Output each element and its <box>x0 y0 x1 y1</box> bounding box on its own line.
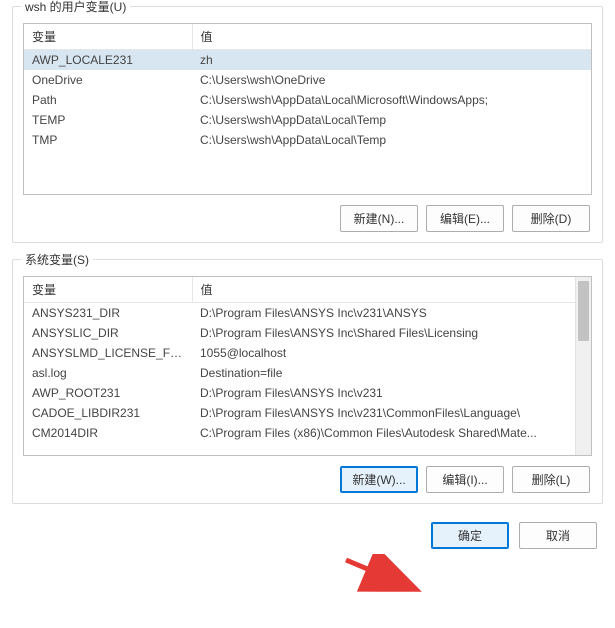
table-row[interactable]: AWP_LOCALE231zh <box>24 50 591 71</box>
user-variables-table-wrap: 变量 值 AWP_LOCALE231zhOneDriveC:\Users\wsh… <box>23 23 592 195</box>
user-edit-button[interactable]: 编辑(E)... <box>426 205 504 232</box>
column-header-value[interactable]: 值 <box>192 277 591 303</box>
cell-variable-name: Path <box>24 90 192 110</box>
cell-variable-name: CADOE_LIBDIR231 <box>24 403 192 423</box>
table-row[interactable]: ANSYS231_DIRD:\Program Files\ANSYS Inc\v… <box>24 303 591 324</box>
cell-variable-value: C:\Users\wsh\OneDrive <box>192 70 591 90</box>
table-row[interactable]: asl.logDestination=file <box>24 363 591 383</box>
cell-variable-value: Destination=file <box>192 363 591 383</box>
system-edit-button[interactable]: 编辑(I)... <box>426 466 504 493</box>
table-row[interactable]: TEMPC:\Users\wsh\AppData\Local\Temp <box>24 110 591 130</box>
table-row[interactable]: CM2014DIRC:\Program Files (x86)\Common F… <box>24 423 591 443</box>
cell-variable-name: AWP_ROOT231 <box>24 383 192 403</box>
dialog-buttons: 确定 取消 <box>0 522 597 549</box>
cell-variable-name: AWP_LOCALE231 <box>24 50 192 71</box>
cell-variable-name: TEMP <box>24 110 192 130</box>
system-variables-table-wrap: 变量 值 ANSYS231_DIRD:\Program Files\ANSYS … <box>23 276 592 456</box>
cell-variable-name: TMP <box>24 130 192 150</box>
cell-variable-value: D:\Program Files\ANSYS Inc\v231\CommonFi… <box>192 403 591 423</box>
table-row[interactable]: PathC:\Users\wsh\AppData\Local\Microsoft… <box>24 90 591 110</box>
cell-variable-value: C:\Users\wsh\AppData\Local\Microsoft\Win… <box>192 90 591 110</box>
cell-variable-value: C:\Program Files (x86)\Common Files\Auto… <box>192 423 591 443</box>
system-delete-button[interactable]: 删除(L) <box>512 466 590 493</box>
cancel-button[interactable]: 取消 <box>519 522 597 549</box>
table-row[interactable]: CADOE_LIBDIR231D:\Program Files\ANSYS In… <box>24 403 591 423</box>
system-table-scrollbar[interactable] <box>575 277 591 455</box>
annotation-arrow-icon <box>342 554 422 594</box>
cell-variable-name: ANSYSLMD_LICENSE_FILE <box>24 343 192 363</box>
cell-variable-value: C:\Users\wsh\AppData\Local\Temp <box>192 130 591 150</box>
table-row[interactable]: ANSYSLIC_DIRD:\Program Files\ANSYS Inc\S… <box>24 323 591 343</box>
cell-variable-value: D:\Program Files\ANSYS Inc\v231 <box>192 383 591 403</box>
cell-variable-value: 1055@localhost <box>192 343 591 363</box>
cell-variable-value: D:\Program Files\ANSYS Inc\v231\ANSYS <box>192 303 591 324</box>
user-variables-label: wsh 的用户变量(U) <box>21 0 130 15</box>
user-variables-table[interactable]: 变量 值 AWP_LOCALE231zhOneDriveC:\Users\wsh… <box>24 24 591 150</box>
column-header-name[interactable]: 变量 <box>24 24 192 50</box>
user-variables-buttons: 新建(N)... 编辑(E)... 删除(D) <box>23 205 592 232</box>
user-delete-button[interactable]: 删除(D) <box>512 205 590 232</box>
cell-variable-value: D:\Program Files\ANSYS Inc\Shared Files\… <box>192 323 591 343</box>
cell-variable-name: ANSYS231_DIR <box>24 303 192 324</box>
system-variables-buttons: 新建(W)... 编辑(I)... 删除(L) <box>23 466 592 493</box>
cell-variable-name: CM2014DIR <box>24 423 192 443</box>
table-row[interactable]: TMPC:\Users\wsh\AppData\Local\Temp <box>24 130 591 150</box>
cell-variable-value: zh <box>192 50 591 71</box>
cell-variable-name: OneDrive <box>24 70 192 90</box>
system-variables-table[interactable]: 变量 值 ANSYS231_DIRD:\Program Files\ANSYS … <box>24 277 591 443</box>
cell-variable-name: ANSYSLIC_DIR <box>24 323 192 343</box>
column-header-name[interactable]: 变量 <box>24 277 192 303</box>
ok-button[interactable]: 确定 <box>431 522 509 549</box>
system-new-button[interactable]: 新建(W)... <box>340 466 418 493</box>
cell-variable-name: asl.log <box>24 363 192 383</box>
user-variables-group: wsh 的用户变量(U) 变量 值 AWP_LOCALE231zhOneDriv… <box>12 6 603 243</box>
system-variables-group: 系统变量(S) 变量 值 ANSYS231_DIRD:\Program File… <box>12 259 603 504</box>
system-variables-label: 系统变量(S) <box>21 251 93 268</box>
cell-variable-value: C:\Users\wsh\AppData\Local\Temp <box>192 110 591 130</box>
table-row[interactable]: ANSYSLMD_LICENSE_FILE1055@localhost <box>24 343 591 363</box>
column-header-value[interactable]: 值 <box>192 24 591 50</box>
table-row[interactable]: OneDriveC:\Users\wsh\OneDrive <box>24 70 591 90</box>
scrollbar-thumb[interactable] <box>578 281 589 341</box>
user-new-button[interactable]: 新建(N)... <box>340 205 418 232</box>
table-row[interactable]: AWP_ROOT231D:\Program Files\ANSYS Inc\v2… <box>24 383 591 403</box>
